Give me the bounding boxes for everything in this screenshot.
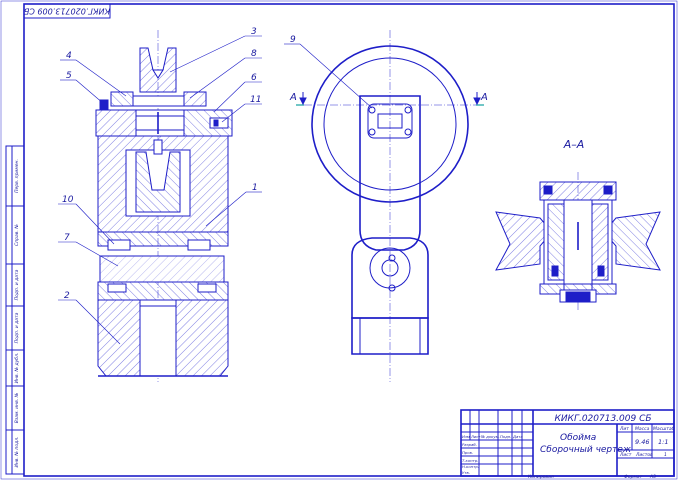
title-doc-type: Сборочный чертеж [540, 445, 632, 455]
sheets-label: Листов [635, 452, 653, 458]
role-tcontrol: Т.контр. [462, 458, 478, 463]
side-label-4: Инв. № дубл. [14, 353, 20, 384]
side-label-2: Справ. № [14, 224, 20, 246]
mass-value: 9.46 [635, 438, 649, 446]
side-view: А А 9 [284, 30, 488, 382]
callout-11: 11 [250, 95, 261, 105]
row-label-izm: Изм [462, 434, 470, 439]
row-label-sign: Подп. [500, 434, 512, 439]
section-title: А–А [563, 138, 585, 151]
side-strip: Перв. примен. Справ. № Подп. и дата Инв.… [5, 145, 25, 475]
callout-3: 3 [251, 27, 257, 37]
callout-6: 6 [251, 73, 257, 83]
role-checker: Пров. [462, 450, 473, 455]
section-a-a: А–А [495, 138, 661, 312]
col-scale: Масштаб [653, 426, 675, 432]
callout-10: 10 [62, 195, 74, 205]
format-value: A3 [649, 474, 656, 480]
front-section-view [95, 30, 233, 382]
side-label-3: Подп. и дата [14, 312, 20, 343]
callout-4: 4 [66, 51, 72, 61]
assembly-drawing-sheet: КИКГ.020713.009 СБ Перв. примен. Справ. … [0, 0, 678, 480]
side-label-6: Подп. и дата [14, 269, 20, 300]
callout-9: 9 [290, 35, 296, 45]
sheets-value: 1 [664, 452, 667, 458]
side-label-1: Перв. примен. [14, 159, 20, 193]
role-developer: Разраб. [462, 442, 477, 447]
title-block: КИКГ.020713.009 СБ Обойма Сборочный черт… [460, 409, 675, 477]
title-name: Обойма [560, 433, 596, 443]
title-designation: КИКГ.020713.009 СБ [554, 414, 651, 424]
callout-8: 8 [251, 49, 257, 59]
copied-label: Копировал [528, 474, 554, 480]
row-label-list: Лист [470, 434, 481, 439]
role-ncontrol: Н.контр. [462, 464, 479, 469]
side-label-7: Инв. № подл. [14, 436, 20, 467]
sheet-label: Лист [619, 452, 632, 458]
callout-7: 7 [64, 233, 70, 243]
row-label-doc: № докум. [480, 434, 500, 439]
section-marker-left: А [289, 92, 297, 103]
callout-1: 1 [252, 183, 258, 193]
col-lit: Лит [619, 426, 629, 432]
designation-rotated: КИКГ.020713.009 СБ [23, 7, 110, 16]
designation-box-top: КИКГ.020713.009 СБ [23, 3, 111, 19]
scale-value: 1:1 [658, 438, 668, 446]
role-approve: Утв. [462, 470, 470, 475]
side-label-5: Взам. инв. № [14, 392, 20, 423]
col-mass: Масса [635, 426, 650, 432]
format-label: Формат [624, 474, 643, 480]
callout-5: 5 [66, 71, 72, 81]
section-marker-right: А [480, 92, 488, 103]
callout-2: 2 [64, 291, 70, 301]
row-label-date: Дата [512, 434, 524, 439]
